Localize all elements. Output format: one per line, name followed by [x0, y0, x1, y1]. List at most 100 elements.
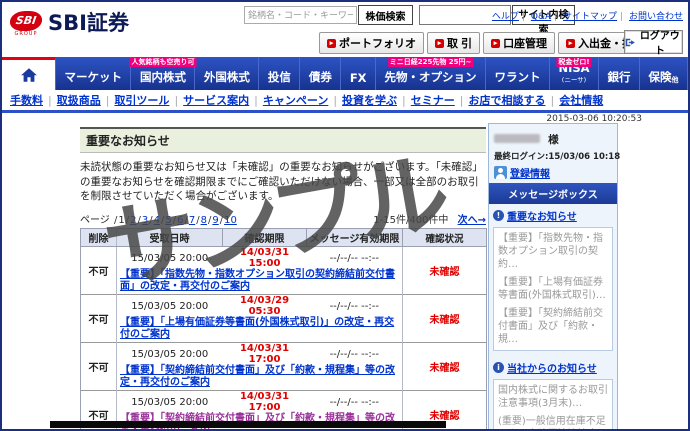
table-row: 不可 15/03/05 20:00 14/03/31 15:00 --/--/-…: [80, 246, 487, 295]
subnav-campaign[interactable]: キャンペーン: [263, 92, 342, 108]
sbi-logo[interactable]: SBI GROUP SBI証券: [8, 11, 129, 37]
subnav-consult[interactable]: お店で相談する: [468, 92, 559, 108]
page-current: 1: [113, 215, 124, 226]
page-link[interactable]: 10: [219, 215, 237, 226]
tab-label: 先物・オプション: [384, 70, 477, 84]
list-item[interactable]: 【重要】「契約締結前交付書面」及び「約款・規…: [498, 307, 608, 346]
tab-funds[interactable]: 投信: [259, 57, 301, 90]
tab-foreign-stocks[interactable]: 外国株式: [195, 57, 260, 90]
subnav-learn[interactable]: 投資を学ぶ: [342, 92, 411, 108]
subnav-tools[interactable]: 取引ツール: [114, 92, 183, 108]
table-header-row: 削除 受取日時 確認期限 メッセージ有効期限 確認状況: [80, 228, 487, 248]
tab-label: 保険: [648, 70, 672, 84]
page-link[interactable]: 6: [172, 215, 183, 226]
sitemap-link[interactable]: サイトマップ: [563, 12, 626, 22]
qa-link[interactable]: Q&A: [531, 12, 560, 22]
message-link[interactable]: 【重要】「上場有価証券等書面(外国株式取引)」の改定・再交付のご案内: [120, 317, 394, 340]
registration-info-link[interactable]: 登録情報: [510, 165, 550, 180]
portfolio-button[interactable]: ▸ ポートフォリオ: [319, 32, 424, 54]
confirm-deadline: 14/03/31 15:00: [222, 246, 307, 270]
message-expiry: --/--/-- --:--: [306, 246, 403, 270]
page-link[interactable]: 3: [136, 215, 148, 226]
tab-warrants[interactable]: ワラント: [486, 57, 550, 90]
tab-nisa[interactable]: 税金ゼロ! NISA (ニーサ): [550, 57, 600, 90]
red-square-icon: ▸: [435, 38, 444, 48]
subnav-company[interactable]: 会社情報: [559, 92, 603, 108]
red-square-icon: ▸: [327, 38, 336, 48]
main-panel: 重要なお知らせ 未読状態の重要なお知らせ又は「未確認」の重要なお知らせがございま…: [80, 127, 487, 429]
tab-home[interactable]: [2, 57, 56, 90]
subnav-services[interactable]: サービス案内: [183, 92, 263, 108]
account-action-buttons: ▸ ポートフォリオ ▸ 取 引 ▸ 口座管理 ▸ 入出金・振替: [319, 32, 653, 54]
next-page-link[interactable]: 次へ→: [458, 215, 486, 226]
user-info: 様 最終ログイン:15/03/06 10:18 登録情報: [489, 124, 621, 183]
portfolio-button-label: ポートフォリオ: [339, 38, 416, 50]
utility-links: ヘルプ Q&A サイトマップ お問い合わせ: [492, 9, 683, 22]
top-bar: SBI GROUP SBI証券 株価検索 サイト内検索 ヘルプ Q&A サイトマ…: [2, 2, 688, 57]
list-item[interactable]: 【重要】「上場有価証券等書面(外国株式取引)…: [498, 276, 608, 302]
tab-label: 投信: [267, 70, 291, 84]
help-link[interactable]: ヘルプ: [492, 12, 528, 22]
contact-link[interactable]: お問い合わせ: [629, 12, 683, 22]
account-management-button[interactable]: ▸ 口座管理: [483, 32, 556, 54]
tab-market[interactable]: マーケット: [56, 57, 132, 90]
page-title: 重要なお知らせ: [80, 127, 486, 153]
received-datetime: 15/03/05 20:00: [116, 342, 223, 366]
last-login-time: 15/03/06 10:18: [548, 152, 621, 162]
column-header-received: 受取日時: [116, 228, 223, 248]
company-notices-link[interactable]: 当社からのお知らせ: [507, 360, 597, 375]
account-button-label: 口座管理: [503, 38, 548, 50]
logout-button-label: ログアウト: [639, 31, 680, 57]
status-badge: 未確認: [402, 342, 487, 391]
tab-label: マーケット: [64, 70, 122, 84]
result-count: 1-15件/400件中: [373, 215, 449, 227]
message-link[interactable]: 【重要】「指数先物・指数オプション取引の契約締結前交付書面」の改定・再交付のご案…: [120, 269, 395, 292]
page-link[interactable]: 8: [195, 215, 207, 226]
tab-bonds[interactable]: 債券: [300, 57, 342, 90]
tab-label: ワラント: [494, 70, 541, 84]
list-item[interactable]: 【重要】「指数先物・指数オプション取引の契約…: [498, 232, 608, 271]
message-box-header: メッセージボックス: [489, 183, 617, 204]
tab-insurance[interactable]: 保険 他: [640, 57, 688, 90]
status-badge: 未確認: [402, 294, 487, 343]
info-icon: i: [493, 362, 504, 373]
stock-search-button[interactable]: 株価検索: [358, 5, 413, 25]
trade-button-label: 取 引: [447, 38, 473, 50]
tab-label: 銀行: [607, 70, 631, 84]
tab-domestic-stocks[interactable]: 人気銘柄も空売り可 国内株式: [129, 57, 197, 90]
page-link[interactable]: 9: [207, 215, 218, 226]
tab-futures-options[interactable]: ミニ日経225先物 25円~ 先物・オプション: [376, 57, 487, 90]
subnav-seminar[interactable]: セミナー: [411, 92, 469, 108]
page-link[interactable]: 4: [148, 215, 160, 226]
important-notices-section: ! 重要なお知らせ 【重要】「指数先物・指数オプション取引の契約… 【重要】「上…: [489, 204, 617, 356]
subnav-products[interactable]: 取扱商品: [57, 92, 115, 108]
masked-customer-name: [494, 134, 540, 143]
subnav-fees[interactable]: 手数料: [10, 92, 57, 108]
page-link[interactable]: 5: [160, 215, 171, 226]
page-link[interactable]: 7: [183, 215, 195, 226]
stock-search-input[interactable]: [244, 6, 357, 24]
red-square-icon: ▸: [491, 38, 501, 48]
table-row: 不可 15/03/05 20:00 14/03/31 17:00 --/--/-…: [80, 342, 487, 391]
tab-label: 国内株式: [139, 70, 186, 84]
confirm-deadline: 14/03/31 17:00: [222, 342, 307, 366]
list-item[interactable]: 国内株式に関するお取引注意事項(3月末)…: [498, 384, 608, 410]
page-link[interactable]: 2: [125, 215, 136, 226]
trade-button[interactable]: ▸ 取 引: [427, 32, 481, 54]
list-item[interactable]: (重要)一般信用在庫不足による売建玉決済注文…: [498, 415, 608, 429]
column-header-delete: 削除: [80, 228, 117, 248]
tab-bank[interactable]: 銀行: [599, 57, 641, 90]
tab-fx[interactable]: FX: [341, 57, 377, 90]
column-header-deadline: 確認期限: [222, 228, 307, 248]
important-notices-link[interactable]: 重要なお知らせ: [507, 208, 577, 223]
tab-sublabel: (ニーサ): [561, 76, 587, 84]
logout-button[interactable]: ログアウト: [624, 30, 683, 57]
pagination: ページ 12345678910 1-15件/400件中 次へ→: [80, 211, 486, 226]
notice-description: 未読状態の重要なお知らせ又は「未確認」の重要なお知らせがございます。「未確認」の…: [80, 161, 483, 203]
delete-flag: 不可: [80, 246, 117, 295]
message-expiry: --/--/-- --:--: [306, 294, 403, 318]
message-link[interactable]: 【重要】「契約締結前交付書面」及び「約款・規程集」等の改定・再交付のご案内: [120, 365, 395, 388]
company-notices-list: 国内株式に関するお取引注意事項(3月末)… (重要)一般信用在庫不足による売建玉…: [493, 379, 613, 429]
delete-flag: 不可: [80, 294, 117, 343]
message-expiry: --/--/-- --:--: [306, 342, 403, 366]
